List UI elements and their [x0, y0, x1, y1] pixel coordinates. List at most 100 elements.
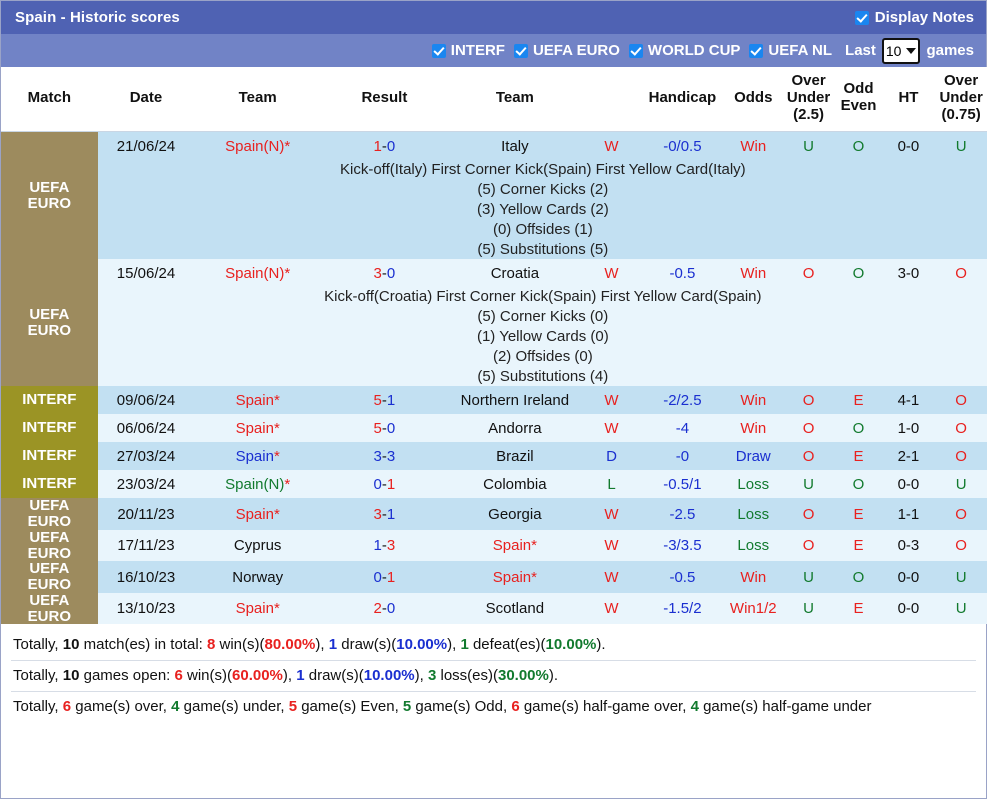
- col-odd-even[interactable]: Odd Even: [834, 67, 883, 133]
- league-badge[interactable]: INTERF: [1, 442, 98, 471]
- filter-uefa-euro[interactable]: UEFA EURO: [513, 42, 620, 59]
- chevron-down-icon: [906, 47, 917, 54]
- checkbox-icon[interactable]: [628, 43, 643, 58]
- checkbox-icon[interactable]: [854, 10, 869, 25]
- away-team[interactable]: Spain*: [447, 529, 582, 562]
- col-over-under-075[interactable]: Over Under (0.75): [934, 67, 987, 133]
- league-badge[interactable]: UEFA EURO: [1, 529, 98, 562]
- table-row[interactable]: UEFA EURO 17/11/23 Cyprus 1-3 Spain* W -3/3.5 Lo…: [1, 529, 987, 562]
- odd-even: E: [834, 442, 883, 471]
- league-badge[interactable]: UEFA EURO: [1, 131, 98, 260]
- win-draw-loss: W: [581, 529, 642, 562]
- home-team[interactable]: Spain*: [194, 592, 322, 625]
- home-team[interactable]: Spain(N)*: [194, 131, 322, 161]
- text: ).: [596, 636, 606, 654]
- filter-world-cup[interactable]: WORLD CUP: [628, 42, 740, 59]
- away-team[interactable]: Northern Ireland: [447, 386, 582, 415]
- away-team[interactable]: Scotland: [447, 592, 582, 625]
- league-label-line: EURO: [27, 544, 71, 562]
- col-odds[interactable]: Odds: [723, 67, 783, 133]
- table-row[interactable]: UEFA EURO 16/10/23 Norway 0-1 Spain* W -0.5 Win U…: [1, 561, 987, 593]
- note-line: (5) Corner Kicks (2): [477, 181, 609, 199]
- match-date: 15/06/24: [97, 259, 195, 288]
- home-team[interactable]: Cyprus: [194, 529, 322, 562]
- table-row[interactable]: INTERF 09/06/24 Spain* 5-1 Northern Ireland W…: [1, 386, 987, 415]
- note-line: (2) Offsides (0): [492, 347, 593, 365]
- away-team[interactable]: Georgia: [447, 498, 582, 530]
- filter-interf[interactable]: INTERF: [431, 42, 505, 59]
- home-team[interactable]: Spain(N)*: [194, 259, 322, 288]
- col-team-home[interactable]: Team: [194, 67, 322, 133]
- table-row[interactable]: INTERF 27/03/24 Spain* 3-3 Brazil D -0 Draw O E 2-…: [1, 442, 987, 471]
- display-notes-toggle[interactable]: Display Notes: [854, 9, 974, 26]
- table-row[interactable]: UEFA EURO 20/11/23 Spain* 3-1 Georgia W -2.5 Los…: [1, 498, 987, 530]
- away-team[interactable]: Colombia: [447, 470, 582, 499]
- half-time-score: 0-0: [882, 131, 935, 161]
- league-badge[interactable]: UEFA EURO: [1, 259, 98, 387]
- over-under-075: O: [934, 259, 987, 288]
- col-label: Under: [786, 88, 831, 106]
- handicap-value: -0: [641, 442, 724, 471]
- games-count-value: 10: [885, 42, 902, 59]
- league-badge[interactable]: UEFA EURO: [1, 498, 98, 530]
- match-date: 17/11/23: [97, 529, 195, 562]
- table-row[interactable]: INTERF 06/06/24 Spain* 5-0 Andorra W -4 Win O O 1-…: [1, 414, 987, 443]
- over-under-25: O: [782, 442, 835, 471]
- home-team[interactable]: Spain*: [194, 386, 322, 415]
- home-team[interactable]: Norway: [194, 561, 322, 593]
- table-row[interactable]: UEFA EURO 15/06/24 Spain(N)* 3-0 Croatia W -0.5…: [1, 259, 987, 387]
- col-label: (0.75): [941, 105, 981, 123]
- col-over-under-25[interactable]: Over Under (2.5): [782, 67, 835, 133]
- league-badge[interactable]: INTERF: [1, 386, 98, 415]
- col-team-away[interactable]: Team: [447, 67, 582, 133]
- odds-result: Win: [723, 131, 783, 161]
- league-badge[interactable]: INTERF: [1, 414, 98, 443]
- league-badge[interactable]: UEFA EURO: [1, 592, 98, 625]
- table-row[interactable]: UEFA EURO 21/06/24 Spain(N)* 1-0 Italy W -0/0.5…: [1, 131, 987, 260]
- over-under-25: O: [782, 259, 835, 288]
- col-result[interactable]: Result: [321, 67, 448, 133]
- table-row[interactable]: INTERF 23/03/24 Spain(N)* 0-1 Colombia L -0.5/…: [1, 470, 987, 499]
- col-date[interactable]: Date: [97, 67, 195, 133]
- col-match[interactable]: Match: [1, 67, 98, 133]
- match-notes: Kick-off(Croatia) First Corner Kick(Spai…: [97, 287, 987, 387]
- text: game(s) Odd,: [411, 698, 512, 716]
- over-under-25: O: [782, 414, 835, 443]
- odds-result: Draw: [723, 442, 783, 471]
- filter-uefa-nl[interactable]: UEFA NL: [749, 42, 832, 59]
- table-row[interactable]: UEFA EURO 13/10/23 Spain* 2-0 Scotland W -1.5/2…: [1, 592, 987, 625]
- table-body: UEFA EURO 21/06/24 Spain(N)* 1-0 Italy W -0/0.5…: [1, 131, 987, 625]
- away-team[interactable]: Croatia: [447, 259, 582, 288]
- checkbox-icon[interactable]: [513, 43, 528, 58]
- away-team[interactable]: Spain*: [447, 561, 582, 593]
- odds-result: Loss: [723, 470, 783, 499]
- checkbox-icon[interactable]: [749, 43, 764, 58]
- summary-line-total: Totally, 10 match(es) in total: 8 win(s)…: [11, 630, 976, 662]
- odd-even: O: [834, 259, 883, 288]
- win-draw-loss: W: [581, 498, 642, 530]
- text: games open:: [79, 667, 175, 685]
- away-team[interactable]: Italy: [447, 131, 582, 161]
- half-time-score: 1-0: [882, 414, 935, 443]
- league-label-line: EURO: [27, 513, 71, 531]
- league-badge[interactable]: UEFA EURO: [1, 561, 98, 593]
- match-result: 3-0: [321, 259, 448, 288]
- games-count-select[interactable]: 10: [881, 37, 921, 64]
- home-team[interactable]: Spain(N)*: [194, 470, 322, 499]
- half-time-score: 1-1: [882, 498, 935, 530]
- home-team[interactable]: Spain*: [194, 498, 322, 530]
- col-wdl[interactable]: [581, 67, 642, 133]
- checkbox-icon[interactable]: [431, 43, 446, 58]
- over-under-25: U: [782, 592, 835, 625]
- home-team[interactable]: Spain*: [194, 442, 322, 471]
- col-handicap[interactable]: Handicap: [641, 67, 724, 133]
- away-team[interactable]: Andorra: [447, 414, 582, 443]
- col-ht[interactable]: HT: [882, 67, 935, 133]
- over-under-25: U: [782, 561, 835, 593]
- home-team[interactable]: Spain*: [194, 414, 322, 443]
- match-result: 1-3: [321, 529, 448, 562]
- table-header: Match Date Team Result Team Handicap Odd…: [1, 67, 987, 133]
- defeats-count: 1: [460, 636, 469, 654]
- away-team[interactable]: Brazil: [447, 442, 582, 471]
- league-badge[interactable]: INTERF: [1, 470, 98, 499]
